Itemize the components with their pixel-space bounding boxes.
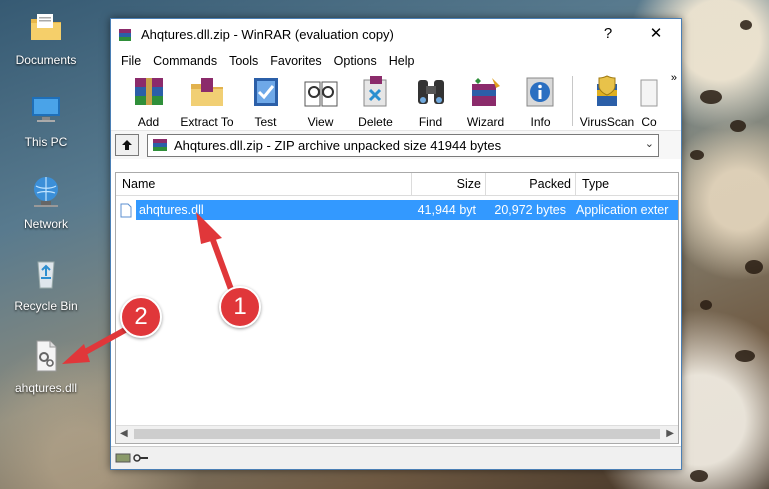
annotation-arrows [62,212,235,364]
annotation-badge-2: 2 [120,296,162,338]
annotation-badge-1: 1 [219,286,261,328]
